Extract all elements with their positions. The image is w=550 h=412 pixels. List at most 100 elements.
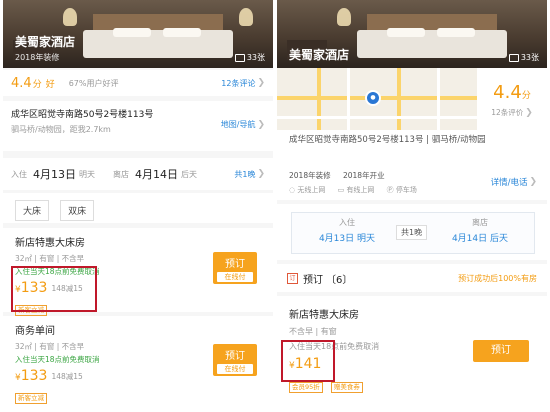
address-card[interactable]: 成华区昭觉寺南路50号2号楼113号 | 驷马桥/动物园 [277, 130, 547, 166]
photo-count-text: 33张 [520, 53, 539, 62]
location-map[interactable]: ● [277, 68, 477, 130]
details-phone-link[interactable]: 详情/电话 ❯ [491, 176, 537, 188]
hotel-address: 成华区昭觉寺南路50号2号楼113号 [289, 135, 424, 145]
checkin-day: 明天 [79, 169, 95, 179]
renovation-year: 2018年装修 [15, 53, 60, 62]
checkout-date: 4月14日 [135, 168, 178, 181]
room-specs: 不含早 | 有窗 [289, 327, 337, 336]
location-pin-icon: ● [365, 90, 381, 106]
room-name: 商务单间 [15, 326, 55, 337]
checkout-day: 后天 [181, 169, 197, 179]
calendar-icon: 订 [287, 272, 298, 284]
hero-lamp [337, 8, 351, 26]
wifi-icon: ◌ [289, 186, 296, 194]
room-name: 新店特惠大床房 [15, 238, 85, 249]
map-road [397, 68, 401, 130]
hero-pillow [437, 28, 475, 37]
bed-type-filter: 大床 双床 [3, 193, 273, 223]
opening-year: 2018年开业 [342, 171, 385, 180]
room-price: ¥133 [15, 368, 47, 384]
score-value: 4.4 [493, 82, 522, 103]
checkin-date: 4月13日 [318, 234, 355, 244]
hero-bed [83, 30, 233, 58]
date-selector[interactable]: 入住 4月13日 明天 共1晚 离店 4月14日 后天 [277, 204, 547, 260]
pay-online-label: 在线付 [217, 272, 253, 282]
map-street [347, 68, 350, 130]
ethernet-icon: ▭ [337, 186, 345, 194]
food-voucher-tag: 赠美食券 [330, 382, 363, 393]
hero-lamp [63, 8, 77, 26]
book-label: 预订 [225, 351, 245, 362]
room-item[interactable]: 商务单间 32㎡ | 有窗 | 不含早 入住当天18点前免费取消 ¥133 14… [3, 316, 273, 412]
chevron-right-icon: ❯ [529, 177, 537, 187]
price-value: 133 [20, 368, 48, 384]
address-card[interactable]: 成华区昭觉寺南路50号2号楼113号 驷马桥/动物园，距我2.7km 地图/导航… [3, 101, 273, 151]
photo-count[interactable]: 33张 [508, 52, 539, 63]
review-count-link[interactable]: 12条评价 [491, 108, 523, 117]
map-nav-link[interactable]: 地图/导航 ❯ [221, 119, 265, 130]
nights-count[interactable]: 共1晚 [396, 225, 428, 240]
chevron-right-icon: ❯ [257, 119, 265, 130]
amenity-wired: 有线上网 [346, 186, 375, 194]
book-label: 预订 [225, 259, 245, 270]
checkout-date: 4月14日 [451, 234, 488, 244]
details-phone-label: 详情/电话 [490, 178, 528, 188]
chevron-right-icon: ❯ [525, 108, 533, 118]
checkout-label: 离店 [472, 218, 488, 227]
checkout-day: 后天 [490, 234, 509, 244]
checkin-date: 4月13日 [33, 168, 76, 181]
score-value: 4.4 [11, 75, 32, 91]
checkin-label: 入住 [11, 169, 27, 179]
parking-icon: Ⓟ [386, 186, 394, 194]
score-box[interactable]: 4.4分 12条评价 ❯ [477, 68, 547, 130]
hero-pillow [113, 28, 151, 37]
map-road [317, 68, 321, 130]
review-count-link[interactable]: 12条评论 [221, 78, 255, 89]
photo-count-text: 33张 [246, 53, 265, 62]
member-discount-tag: 会员95折 [289, 382, 323, 393]
amenity-wifi: 无线上网 [297, 186, 326, 194]
highlight-frame [11, 266, 97, 312]
pay-online-label: 在线付 [217, 364, 253, 374]
hotel-hero-image[interactable]: 美蜀家酒店 33张 [277, 0, 547, 68]
booking-section-header: 订 预订 〔6〕 预订成功后100%有房 [277, 264, 547, 292]
camera-icon [508, 53, 519, 62]
checkin-label: 入住 [339, 218, 355, 227]
nights-count[interactable]: 共1晚 [234, 169, 255, 180]
hero-lamp [239, 8, 253, 26]
book-button[interactable]: 预订 在线付 [213, 344, 257, 376]
hero-pillow [163, 28, 201, 37]
new-customer-badge: 新客立减 [15, 393, 47, 404]
section-title: 预订 [303, 274, 323, 286]
right-screen: 美蜀家酒店 33张 ● 4.4分 12条评价 ❯ 成华区昭觉寺南路50号2号楼11… [277, 0, 547, 412]
chevron-right-icon: ❯ [257, 78, 265, 88]
amenity-parking: 停车场 [395, 186, 417, 194]
book-button[interactable]: 预订 [473, 340, 529, 362]
map-street [277, 116, 477, 119]
section-count: 〔6〕 [326, 274, 353, 286]
hotel-name: 美蜀家酒店 [289, 48, 350, 62]
renovation-year: 2018年装修 [289, 171, 331, 180]
left-screen: 美蜀家酒店 2018年装修 33张 4.4 分 好 67%用户好评 12条评论 … [3, 0, 273, 412]
camera-icon [234, 53, 245, 62]
score-unit: 分 [521, 91, 531, 101]
highlight-frame [281, 340, 335, 382]
rating-row[interactable]: 4.4 分 好 67%用户好评 12条评论 ❯ [3, 70, 273, 96]
book-button[interactable]: 预订 在线付 [213, 252, 257, 284]
chevron-right-icon: ❯ [257, 169, 265, 179]
room-guarantee: 预订成功后100%有房 [458, 273, 537, 283]
score-unit: 分 [32, 79, 42, 90]
recommend-rate: 67%用户好评 [68, 78, 119, 88]
hero-bed [357, 30, 507, 58]
hotel-name: 美蜀家酒店 [15, 35, 76, 49]
filter-chip-twin[interactable]: 双床 [60, 200, 95, 221]
filter-chip-double[interactable]: 大床 [15, 200, 50, 221]
room-name: 新店特惠大床房 [289, 310, 359, 321]
nearby-area: 驷马桥/动物园 [431, 135, 486, 145]
checkin-day: 明天 [357, 234, 376, 244]
date-selector[interactable]: 入住 4月13日 明天 离店 4月14日 后天 共1晚 ❯ [3, 158, 273, 190]
hotel-hero-image[interactable]: 美蜀家酒店 2018年装修 33张 [3, 0, 273, 68]
photo-count[interactable]: 33张 [234, 52, 265, 63]
hotel-info-row[interactable]: 2018年装修 2018年开业 ◌ 无线上网 ▭ 有线上网 Ⓟ 停车场 详情/电… [277, 166, 547, 200]
map-street [437, 68, 440, 130]
